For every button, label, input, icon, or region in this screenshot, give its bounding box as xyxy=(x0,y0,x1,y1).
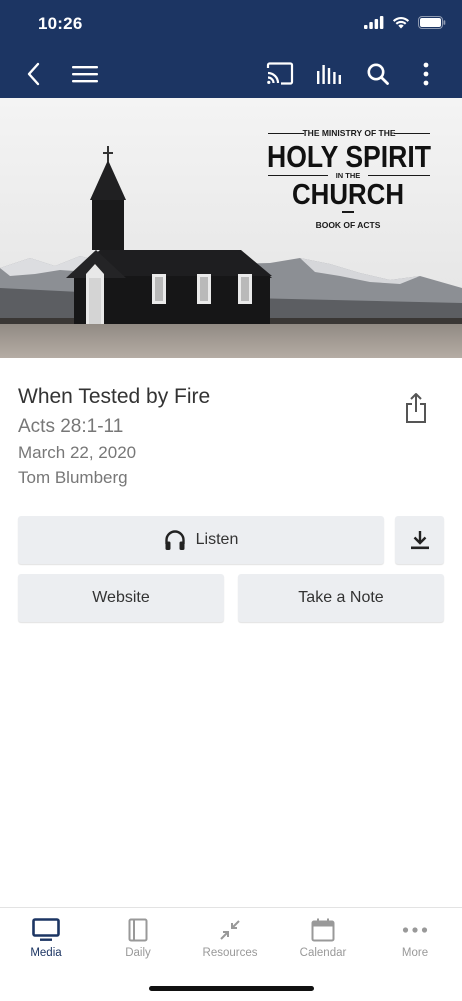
hero-line-5: BOOK OF ACTS xyxy=(316,220,381,230)
take-note-label: Take a Note xyxy=(298,589,384,606)
tab-resources[interactable]: Resources xyxy=(184,908,276,978)
sermon-speaker: Tom Blumberg xyxy=(18,468,128,487)
search-icon xyxy=(367,63,389,85)
church-illustration: THE MINISTRY OF THE HOLY SPIRIT IN THE C… xyxy=(0,98,462,358)
tab-daily[interactable]: Daily xyxy=(92,908,184,978)
wifi-icon xyxy=(392,17,410,29)
home-indicator[interactable] xyxy=(149,986,314,991)
download-button[interactable] xyxy=(395,516,444,564)
search-button[interactable] xyxy=(364,50,392,98)
tab-calendar[interactable]: Calendar xyxy=(277,908,369,978)
menu-icon xyxy=(72,66,98,83)
take-note-button[interactable]: Take a Note xyxy=(238,574,444,622)
tab-more-label: More xyxy=(401,947,429,959)
sermon-passage: Acts 28:1-11 xyxy=(18,416,124,437)
status-time: 10:26 xyxy=(38,14,83,33)
calendar-icon xyxy=(311,918,335,942)
back-button[interactable] xyxy=(18,50,48,98)
status-icons xyxy=(364,16,446,29)
share-button[interactable] xyxy=(398,388,434,428)
back-icon xyxy=(27,62,40,86)
hero-line-4: CHURCH xyxy=(292,179,404,211)
sermon-date: March 22, 2020 xyxy=(18,443,137,462)
audio-bars-icon xyxy=(317,65,341,84)
sermon-info: When Tested by Fire Acts 28:1-11 March 2… xyxy=(18,384,388,490)
website-label: Website xyxy=(92,589,150,606)
cast-button[interactable] xyxy=(264,50,296,98)
more-vertical-icon xyxy=(423,62,429,86)
compress-arrows-icon xyxy=(220,920,240,940)
book-icon xyxy=(128,918,148,942)
hero-line-1: THE MINISTRY OF THE xyxy=(302,128,395,138)
battery-icon xyxy=(418,16,446,29)
dots-icon xyxy=(402,927,428,933)
more-options-button[interactable] xyxy=(414,50,438,98)
menu-button[interactable] xyxy=(68,50,102,98)
top-nav-bar xyxy=(0,50,462,98)
tab-media-label: Media xyxy=(30,947,62,959)
signal-icon xyxy=(364,16,384,29)
cast-icon xyxy=(266,62,294,85)
tab-daily-label: Daily xyxy=(125,947,151,959)
download-icon xyxy=(410,531,429,550)
website-button[interactable]: Website xyxy=(18,574,224,622)
tab-calendar-label: Calendar xyxy=(299,947,347,959)
status-bar: 10:26 xyxy=(0,0,462,50)
sermon-series-artwork: THE MINISTRY OF THE HOLY SPIRIT IN THE C… xyxy=(0,98,462,358)
listen-label: Listen xyxy=(195,531,239,548)
listen-button[interactable]: Listen xyxy=(18,516,384,564)
sermon-title: When Tested by Fire xyxy=(18,385,211,408)
tv-icon xyxy=(32,918,60,941)
share-icon xyxy=(406,393,426,423)
tab-more[interactable]: More xyxy=(369,908,461,978)
audio-button[interactable] xyxy=(313,50,345,98)
headphones-icon xyxy=(164,530,185,550)
hero-line-2: HOLY SPIRIT xyxy=(267,139,431,174)
tab-resources-label: Resources xyxy=(202,947,258,959)
tab-media[interactable]: Media xyxy=(0,908,92,978)
